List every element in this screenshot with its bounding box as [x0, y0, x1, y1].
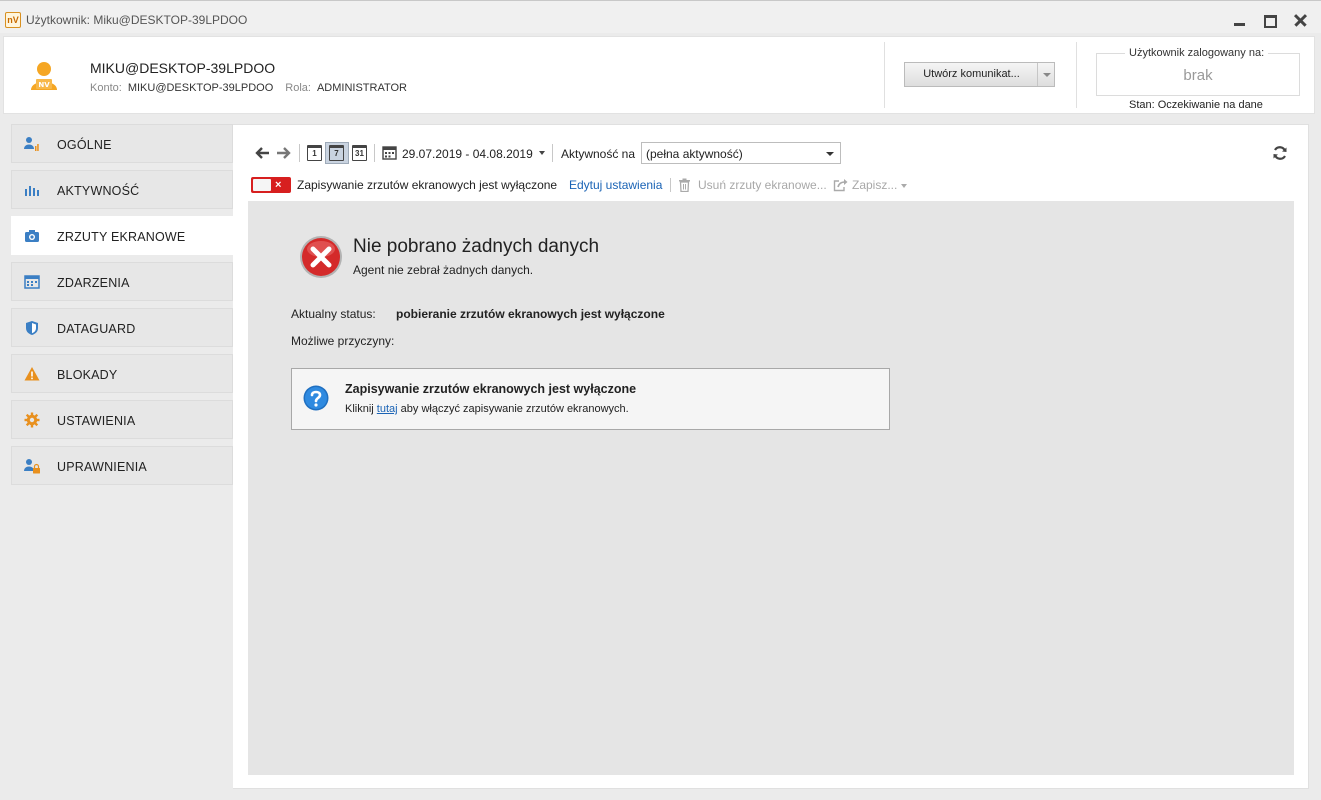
refresh-icon[interactable] — [1272, 145, 1288, 161]
account-value: MIKU@DESKTOP-39LPDOO — [127, 82, 274, 94]
gear-icon — [24, 412, 40, 428]
sidebar-item-label: USTAWIENIA — [57, 414, 136, 428]
sidebar-item-label: OGÓLNE — [57, 138, 112, 152]
title-bar: nV Użytkownik: Miku@DESKTOP-39LPDOO — [0, 0, 1321, 33]
warning-icon — [24, 367, 40, 381]
month-view-icon[interactable]: 31 — [352, 145, 367, 161]
close-button[interactable] — [1290, 9, 1312, 31]
calendar-icon[interactable] — [382, 145, 397, 160]
help-question-icon — [303, 385, 329, 411]
close-icon: × — [275, 179, 282, 191]
sidebar-item-ogolne[interactable]: OGÓLNE — [11, 124, 233, 163]
toolbar-divider — [374, 144, 375, 162]
sidebar-item-dataguard[interactable]: DATAGUARD — [11, 308, 233, 347]
reason-text-before: Kliknij — [345, 403, 374, 415]
sidebar-item-zdarzenia[interactable]: ZDARZENIA — [11, 262, 233, 301]
sidebar-item-ustawienia[interactable]: USTAWIENIA — [11, 400, 233, 439]
user-name: MIKU@DESKTOP-39LPDOO — [90, 60, 276, 76]
capture-status-text: Zapisywanie zrzutów ekranowych jest wyłą… — [297, 178, 558, 192]
back-arrow-icon[interactable] — [254, 145, 270, 161]
toolbar-divider — [299, 144, 300, 162]
app-logo-icon: nV — [5, 12, 21, 28]
minimize-button[interactable] — [1229, 9, 1251, 31]
role-label: Rola: — [285, 82, 311, 94]
sidebar-item-label: ZDARZENIA — [57, 276, 130, 290]
error-title: Nie pobrano żadnych danych — [353, 236, 600, 257]
toggle-knob — [253, 179, 271, 191]
user-lock-icon — [24, 459, 40, 474]
reason-card: Zapisywanie zrzutów ekranowych jest wyłą… — [291, 368, 890, 430]
chevron-down-icon[interactable] — [539, 151, 545, 155]
create-message-button[interactable]: Utwórz komunikat... — [904, 62, 1055, 87]
chevron-down-icon[interactable] — [1037, 63, 1054, 86]
bar-chart-icon — [25, 186, 39, 196]
edit-settings-link[interactable]: Edytuj ustawienia — [569, 178, 662, 192]
week-view-icon[interactable]: 7 — [329, 145, 344, 161]
export-icon — [833, 179, 848, 192]
date-range-picker[interactable]: 29.07.2019 - 04.08.2019 — [402, 147, 533, 161]
activity-select[interactable]: (pełna aktywność) — [641, 142, 841, 164]
toolbar-divider — [552, 144, 553, 162]
role-value: ADMINISTRATOR — [316, 82, 407, 94]
save-button[interactable]: Zapisz... — [852, 178, 897, 192]
header-divider — [1076, 42, 1077, 108]
sidebar-item-label: BLOKADY — [57, 368, 118, 382]
reason-description: Kliknij tutaj aby włączyć zapisywanie zr… — [345, 403, 629, 415]
enable-capture-link[interactable]: tutaj — [377, 403, 398, 415]
sidebar-item-label: ZRZUTY EKRANOWE — [57, 230, 186, 244]
activity-label: Aktywność na — [561, 147, 636, 161]
logged-in-label: Użytkownik zalogowany na: — [1125, 47, 1269, 59]
activity-select-value: (pełna aktywność) — [646, 147, 743, 161]
account-label: Konto: — [90, 82, 122, 94]
calendar-grid-icon — [24, 275, 40, 289]
logged-in-value: brak — [1183, 67, 1213, 84]
svg-text:NV: NV — [38, 81, 50, 89]
forward-arrow-icon[interactable] — [276, 145, 292, 161]
sidebar-item-label: DATAGUARD — [57, 322, 136, 336]
user-meta: Konto: MIKU@DESKTOP-39LPDOO Rola: ADMINISTR… — [90, 82, 407, 94]
sidebar-item-label: AKTYWNOŚĆ — [57, 184, 140, 198]
reasons-label: Możliwe przyczyny: — [291, 334, 395, 348]
sidebar-item-aktywnosc[interactable]: AKTYWNOŚĆ — [11, 170, 233, 209]
create-message-label: Utwórz komunikat... — [923, 68, 1020, 80]
sidebar-item-blokady[interactable]: BLOKADY — [11, 354, 233, 393]
chevron-down-icon — [826, 152, 834, 156]
status-value: pobieranie zrzutów ekranowych jest wyłąc… — [396, 307, 665, 321]
content-area — [248, 201, 1294, 775]
user-avatar-icon: NV — [31, 62, 57, 90]
delete-screenshots-button[interactable]: Usuń zrzuty ekranowe... — [698, 178, 827, 192]
header-divider — [884, 42, 885, 108]
reason-text-after: aby włączyć zapisywanie zrzutów ekranowy… — [400, 403, 629, 415]
error-icon — [300, 236, 342, 278]
reason-title: Zapisywanie zrzutów ekranowych jest wyłą… — [345, 382, 637, 396]
maximize-button[interactable] — [1259, 9, 1281, 31]
connection-status: Stan: Oczekiwanie na dane — [1129, 99, 1263, 111]
window-title: Użytkownik: Miku@DESKTOP-39LPDOO — [26, 13, 248, 27]
chevron-down-icon — [901, 184, 907, 188]
screenshot-capture-toggle[interactable]: × — [251, 177, 291, 193]
day-view-icon[interactable]: 1 — [307, 145, 322, 161]
user-header: NV MIKU@DESKTOP-39LPDOO Konto: MIKU@DESKT… — [3, 36, 1315, 114]
status-label: Aktualny status: — [291, 307, 376, 321]
trash-icon — [679, 178, 690, 192]
toolbar-divider — [670, 178, 671, 192]
sidebar-item-uprawnienia[interactable]: UPRAWNIENIA — [11, 446, 233, 485]
error-subtitle: Agent nie zebrał żadnych danych. — [353, 263, 534, 277]
camera-icon — [25, 230, 39, 242]
sidebar-item-zrzuty-ekranowe[interactable]: ZRZUTY EKRANOWE — [11, 216, 235, 255]
sidebar-item-label: UPRAWNIENIA — [57, 460, 147, 474]
user-chart-icon — [24, 137, 39, 151]
shield-icon — [26, 321, 38, 335]
